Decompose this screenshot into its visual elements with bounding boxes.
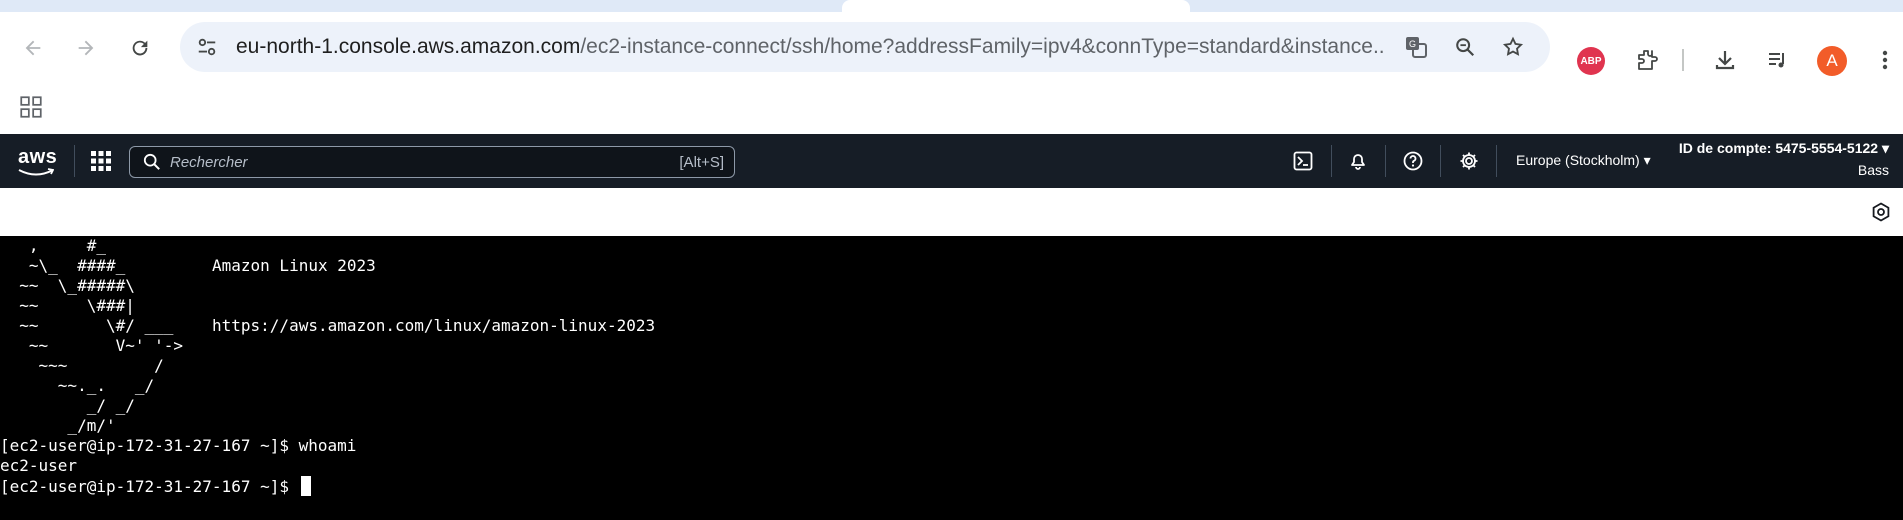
- address-bar[interactable]: eu-north-1.console.aws.amazon.com/ec2-in…: [180, 22, 1550, 72]
- console-search-input[interactable]: Rechercher [Alt+S]: [129, 146, 735, 178]
- header-separator: [1440, 145, 1441, 177]
- account-menu[interactable]: ID de compte: 5475-5554-5122 ▾: [1679, 140, 1889, 157]
- terminal-prompt-line: [ec2-user@ip-172-31-27-167 ~]$: [0, 476, 311, 496]
- aws-logo[interactable]: aws: [18, 146, 58, 176]
- url-text[interactable]: eu-north-1.console.aws.amazon.com/ec2-in…: [236, 35, 1386, 59]
- search-shortcut: [Alt+S]: [679, 154, 724, 171]
- instance-connect-toolbar: [0, 188, 1903, 236]
- header-separator: [1331, 145, 1332, 177]
- settings-gear-icon[interactable]: [1456, 148, 1482, 174]
- svg-text:G: G: [1409, 39, 1416, 49]
- extensions-icon[interactable]: [1632, 45, 1662, 75]
- ssh-terminal[interactable]: , #_ ~\_ ####_ ~~ \_#####\ ~~ \###| ~~ \…: [0, 236, 1903, 520]
- apps-grid-icon[interactable]: [18, 94, 46, 122]
- forward-arrow-icon[interactable]: [72, 34, 100, 62]
- cloudshell-icon[interactable]: [1290, 148, 1316, 174]
- site-info-icon[interactable]: [196, 36, 218, 58]
- adblock-icon[interactable]: ABP: [1577, 47, 1605, 75]
- bookmarks-bar: [0, 84, 1903, 134]
- header-separator: [74, 145, 75, 177]
- notifications-bell-icon[interactable]: [1345, 148, 1371, 174]
- header-separator: [1385, 145, 1386, 177]
- aws-logo-text: aws: [18, 146, 58, 168]
- os-banner-title: Amazon Linux 2023: [212, 256, 376, 275]
- download-icon[interactable]: [1710, 45, 1740, 75]
- media-control-icon[interactable]: [1763, 45, 1793, 75]
- star-icon[interactable]: [1500, 34, 1526, 60]
- aws-console-header: aws Rechercher [Alt+S] Europe (Stockholm…: [0, 134, 1903, 188]
- kebab-menu-icon[interactable]: [1870, 45, 1900, 75]
- search-icon: [143, 153, 161, 171]
- search-placeholder: Rechercher: [170, 154, 248, 171]
- account-user: Bass: [1857, 162, 1889, 178]
- feedback-hex-icon[interactable]: [1871, 202, 1893, 224]
- terminal-prompt: [ec2-user@ip-172-31-27-167 ~]$: [0, 477, 299, 496]
- profile-avatar[interactable]: A: [1817, 46, 1847, 76]
- terminal-line: ec2-user: [0, 456, 78, 475]
- browser-toolbar: eu-north-1.console.aws.amazon.com/ec2-in…: [0, 12, 1903, 84]
- active-tab[interactable]: [842, 0, 1190, 12]
- url-path: /ec2-instance-connect/ssh/home?addressFa…: [580, 35, 1386, 58]
- terminal-line: [ec2-user@ip-172-31-27-167 ~]$ whoami: [0, 436, 357, 455]
- amazon-linux-ascii-logo: , #_ ~\_ ####_ ~~ \_#####\ ~~ \###| ~~ \…: [19, 236, 184, 435]
- reload-icon[interactable]: [126, 34, 154, 62]
- back-arrow-icon[interactable]: [19, 34, 47, 62]
- region-selector[interactable]: Europe (Stockholm) ▾: [1516, 152, 1651, 169]
- translate-icon[interactable]: G: [1403, 34, 1429, 60]
- services-grid-icon[interactable]: [90, 150, 112, 172]
- help-icon[interactable]: [1400, 148, 1426, 174]
- toolbar-separator: [1682, 49, 1684, 71]
- header-separator: [1496, 145, 1497, 177]
- url-host: eu-north-1.console.aws.amazon.com: [236, 35, 581, 58]
- os-banner-url: https://aws.amazon.com/linux/amazon-linu…: [212, 316, 656, 335]
- zoom-icon[interactable]: [1452, 34, 1478, 60]
- tab-strip: [0, 0, 1903, 12]
- terminal-cursor: [300, 476, 311, 496]
